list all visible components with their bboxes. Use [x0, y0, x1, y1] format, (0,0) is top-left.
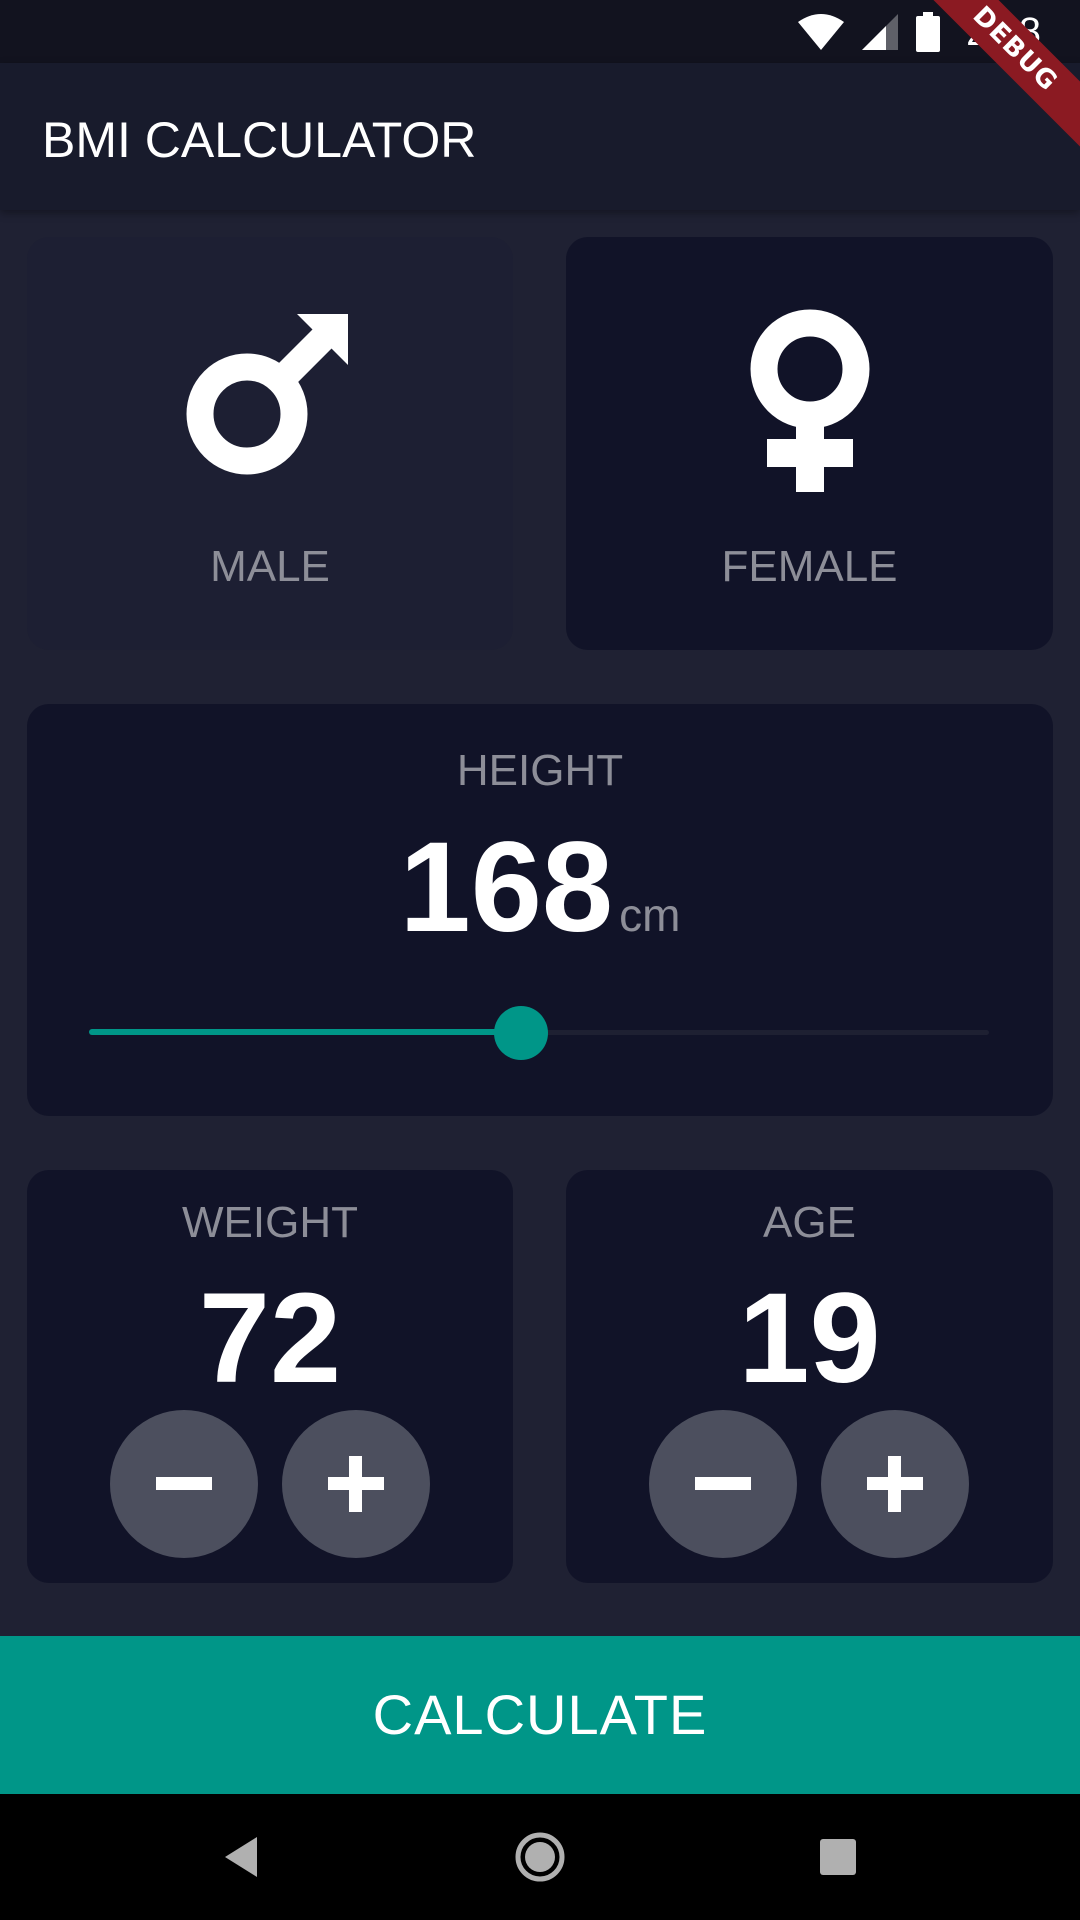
- age-label: AGE: [763, 1198, 856, 1247]
- height-slider[interactable]: [89, 1002, 989, 1062]
- slider-active-track: [89, 1029, 521, 1035]
- height-unit: cm: [619, 889, 681, 941]
- weight-decrement-button[interactable]: [110, 1410, 258, 1558]
- plus-icon: [328, 1456, 384, 1512]
- height-card: HEIGHT 168 cm: [27, 704, 1053, 1116]
- plus-icon: [867, 1456, 923, 1512]
- app-title: BMI CALCULATOR: [42, 112, 477, 168]
- male-label: MALE: [210, 542, 330, 591]
- venus-icon: [750, 309, 869, 492]
- calculate-button[interactable]: CALCULATE: [0, 1636, 1080, 1794]
- height-label: HEIGHT: [456, 746, 624, 795]
- weight-card: WEIGHT 72: [27, 1170, 513, 1583]
- age-increment-button[interactable]: [821, 1410, 969, 1558]
- slider-thumb[interactable]: [494, 1006, 548, 1060]
- age-decrement-button[interactable]: [649, 1410, 797, 1558]
- mars-icon: [186, 314, 348, 475]
- weight-increment-button[interactable]: [282, 1410, 430, 1558]
- weight-value: 72: [198, 1267, 342, 1410]
- height-value-group: 168 cm: [27, 814, 1053, 961]
- minus-icon: [695, 1477, 751, 1490]
- age-value: 19: [738, 1267, 881, 1410]
- male-card[interactable]: MALE: [27, 237, 513, 650]
- debug-banner-container: DEBUG: [880, 0, 1080, 200]
- recents-icon[interactable]: [803, 1822, 873, 1892]
- female-label: FEMALE: [721, 542, 898, 591]
- wifi-icon: [798, 14, 844, 50]
- age-card: AGE 19: [566, 1170, 1053, 1583]
- back-icon[interactable]: [207, 1822, 277, 1892]
- minus-icon: [156, 1477, 212, 1490]
- home-icon[interactable]: [505, 1822, 575, 1892]
- female-card[interactable]: FEMALE: [566, 237, 1053, 650]
- weight-label: WEIGHT: [182, 1198, 358, 1247]
- debug-banner: DEBUG: [903, 0, 1080, 161]
- calculate-label: CALCULATE: [372, 1683, 708, 1746]
- navigation-bar: [0, 1794, 1080, 1920]
- height-value: 168: [399, 816, 614, 959]
